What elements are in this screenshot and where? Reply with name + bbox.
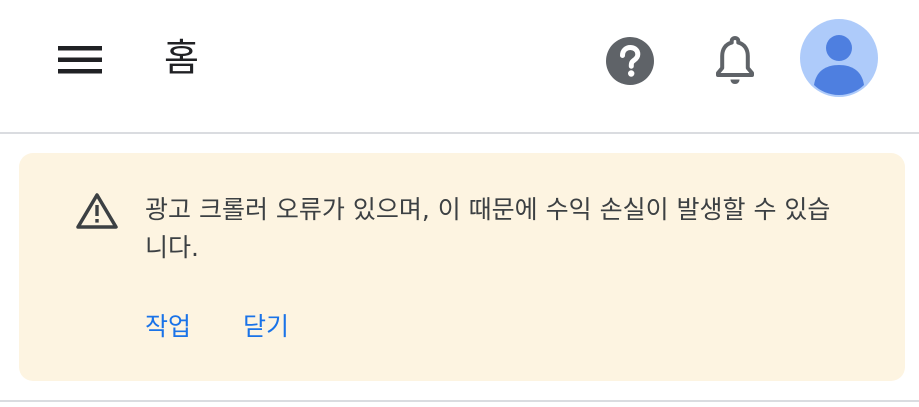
help-circle-icon <box>606 37 654 85</box>
action-button[interactable]: 작업 <box>129 301 207 353</box>
menu-button[interactable] <box>52 38 108 82</box>
alert-actions: 작업 닫기 <box>129 301 305 353</box>
page-title: 홈 <box>164 36 199 80</box>
alert-message: 광고 크롤러 오류가 있으며, 이 때문에 수익 손실이 발생할 수 있습니다. <box>145 195 831 262</box>
hamburger-menu-icon <box>58 46 102 74</box>
help-button[interactable] <box>603 34 657 88</box>
divider <box>0 400 919 402</box>
warning-triangle-icon <box>76 193 118 229</box>
bell-icon <box>716 36 754 84</box>
account-avatar-button[interactable] <box>800 19 878 97</box>
notifications-button[interactable] <box>708 30 762 90</box>
top-app-bar: 홈 <box>0 0 919 134</box>
ad-crawler-error-alert: 광고 크롤러 오류가 있으며, 이 때문에 수익 손실이 발생할 수 있습니다.… <box>19 153 905 381</box>
dismiss-button[interactable]: 닫기 <box>227 301 305 353</box>
account-avatar-icon <box>814 35 864 95</box>
